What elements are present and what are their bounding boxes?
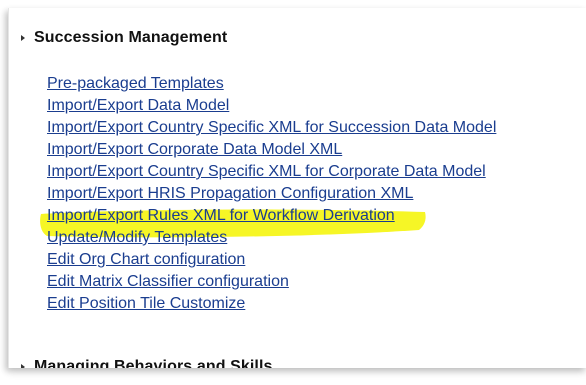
section-title: Managing Behaviors and Skills: [34, 358, 273, 368]
link-country-specific-corporate-data-model[interactable]: Import/Export Country Specific XML for C…: [47, 163, 486, 180]
succession-links-list: Pre-packaged Templates Import/Export Dat…: [47, 74, 496, 316]
link-corporate-data-model-xml[interactable]: Import/Export Corporate Data Model XML: [47, 141, 342, 158]
list-item: Pre-packaged Templates: [47, 74, 496, 96]
list-item: Edit Matrix Classifier configuration: [47, 272, 496, 294]
link-edit-matrix-classifier-configuration[interactable]: Edit Matrix Classifier configuration: [47, 273, 289, 290]
list-item: Import/Export Rules XML for Workflow Der…: [47, 206, 496, 228]
link-update-modify-templates[interactable]: Update/Modify Templates: [47, 229, 227, 246]
list-item: Import/Export Country Specific XML for C…: [47, 162, 496, 184]
list-item: Import/Export Corporate Data Model XML: [47, 140, 496, 162]
link-rules-xml-workflow-derivation[interactable]: Import/Export Rules XML for Workflow Der…: [47, 207, 395, 224]
section-title: Succession Management: [34, 29, 228, 46]
expand-arrow-icon[interactable]: [21, 35, 25, 41]
link-country-specific-succession-data-model[interactable]: Import/Export Country Specific XML for S…: [47, 119, 496, 136]
link-hris-propagation-configuration-xml[interactable]: Import/Export HRIS Propagation Configura…: [47, 185, 413, 202]
admin-panel: Succession Management Pre-packaged Templ…: [8, 8, 586, 368]
link-edit-org-chart-configuration[interactable]: Edit Org Chart configuration: [47, 251, 245, 268]
link-edit-position-tile-customize[interactable]: Edit Position Tile Customize: [47, 295, 245, 312]
link-import-export-data-model[interactable]: Import/Export Data Model: [47, 97, 229, 114]
list-item: Edit Position Tile Customize: [47, 294, 496, 316]
list-item: Update/Modify Templates: [47, 228, 496, 250]
list-item: Import/Export Data Model: [47, 96, 496, 118]
list-item: Import/Export Country Specific XML for S…: [47, 118, 496, 140]
section-header-succession-management[interactable]: Succession Management: [21, 29, 227, 47]
expand-arrow-icon[interactable]: [21, 364, 25, 368]
list-item: Import/Export HRIS Propagation Configura…: [47, 184, 496, 206]
link-pre-packaged-templates[interactable]: Pre-packaged Templates: [47, 75, 224, 92]
list-item: Edit Org Chart configuration: [47, 250, 496, 272]
section-header-managing-behaviors-and-skills[interactable]: Managing Behaviors and Skills: [21, 358, 273, 368]
